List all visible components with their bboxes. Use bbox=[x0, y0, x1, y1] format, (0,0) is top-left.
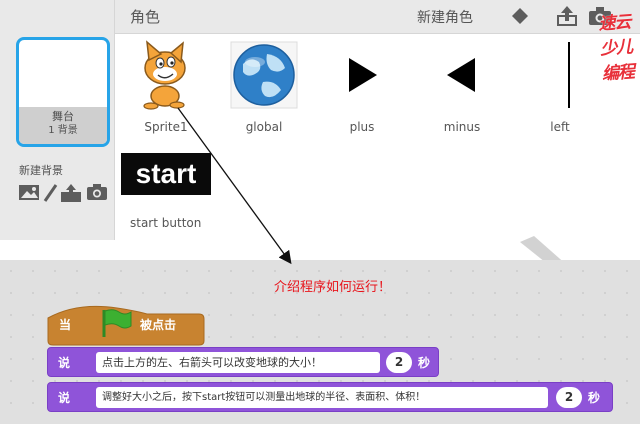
new-backdrop-tools bbox=[18, 183, 112, 205]
say-seconds-input[interactable]: 2 bbox=[556, 387, 582, 408]
start-button-sprite-thumb[interactable]: start bbox=[121, 153, 211, 195]
say-message-input[interactable]: 点击上方的左、右箭头可以改变地球的大小！ bbox=[96, 352, 380, 373]
image-library-icon[interactable] bbox=[18, 183, 40, 201]
vertical-line-icon bbox=[525, 40, 595, 110]
seconds-unit-label: 秒 bbox=[588, 391, 601, 405]
say-message-input[interactable]: 调整好大小之后，按下start按钮可以测量出地球的半径、表面积、体积！ bbox=[96, 387, 548, 408]
say-for-secs-block[interactable]: 说 点击上方的左、右箭头可以改变地球的大小！ 2 秒 bbox=[47, 347, 439, 377]
say-seconds-input[interactable]: 2 bbox=[386, 352, 412, 373]
sprite-tile-plus[interactable]: plus bbox=[318, 40, 406, 134]
camera-icon[interactable] bbox=[86, 183, 108, 201]
sprite-pane: 舞台 1 背景 新建背景 角色 新建角色 速云少儿编程 Sprite1 glob… bbox=[0, 0, 640, 240]
sprite-name: plus bbox=[349, 120, 375, 134]
stage-column: 舞台 1 背景 新建背景 bbox=[0, 0, 115, 240]
sprite-name: Sprite1 bbox=[144, 120, 188, 134]
sprite-library-icon[interactable] bbox=[510, 6, 530, 26]
stage-caption: 舞台 1 背景 bbox=[19, 107, 107, 144]
when-flag-clicked-block[interactable]: 当 被点击 bbox=[47, 300, 205, 346]
backdrop-count: 1 背景 bbox=[48, 125, 78, 136]
new-backdrop-label: 新建背景 bbox=[19, 164, 63, 177]
say-keyword: 说 bbox=[58, 356, 71, 370]
hat-clicked-label: 被点击 bbox=[140, 318, 177, 332]
say-keyword: 说 bbox=[58, 391, 71, 405]
sprite-tile-global[interactable]: global bbox=[220, 40, 308, 134]
right-triangle-icon bbox=[327, 40, 397, 110]
annotation-text: 介绍程序如何运行！ bbox=[274, 280, 392, 295]
start-thumb-text: start bbox=[135, 158, 197, 189]
sprite-tile-left[interactable]: left bbox=[516, 40, 604, 134]
sprites-header: 角色 新建角色 速云少儿编程 bbox=[115, 0, 640, 84]
hat-when-label: 当 bbox=[59, 318, 72, 332]
say-for-secs-block[interactable]: 说 调整好大小之后，按下start按钮可以测量出地球的半径、表面积、体积！ 2 … bbox=[47, 382, 613, 412]
sprite-name: start button bbox=[130, 216, 202, 230]
upload-sprite-icon[interactable] bbox=[556, 5, 578, 27]
paint-brush-icon[interactable] bbox=[42, 183, 58, 203]
sprite-name: minus bbox=[443, 120, 481, 134]
sprite-name: global bbox=[245, 120, 283, 134]
sprite-tile-sprite1[interactable]: Sprite1 bbox=[122, 40, 210, 134]
upload-icon[interactable] bbox=[60, 183, 82, 203]
sprite-tile-minus[interactable]: minus bbox=[418, 40, 506, 134]
seconds-unit-label: 秒 bbox=[418, 356, 431, 370]
globe-icon bbox=[229, 40, 299, 110]
green-flag-icon bbox=[102, 309, 132, 337]
cat-sprite-icon bbox=[131, 40, 201, 110]
left-triangle-icon bbox=[427, 40, 497, 110]
sprites-title: 角色 bbox=[130, 8, 161, 26]
sprite-name: left bbox=[550, 120, 570, 134]
stage-label: 舞台 bbox=[52, 110, 74, 123]
new-sprite-label: 新建角色 bbox=[417, 10, 473, 26]
stage-thumbnail[interactable]: 舞台 1 背景 bbox=[16, 37, 110, 147]
